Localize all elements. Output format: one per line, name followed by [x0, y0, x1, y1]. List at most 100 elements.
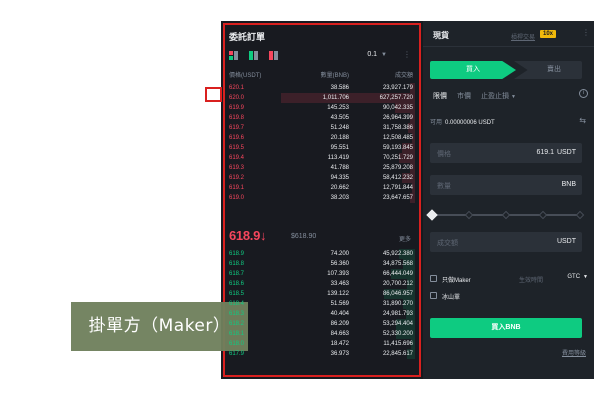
- maker-only-label: 只做Maker: [442, 278, 471, 284]
- ask-amount: 41.788: [330, 165, 349, 171]
- price-unit: USDT: [556, 149, 576, 156]
- tab-limit[interactable]: 限價: [433, 91, 447, 101]
- info-icon[interactable]: i: [579, 89, 588, 98]
- ask-price: 619.7: [229, 125, 245, 131]
- available-label: 可用: [430, 120, 443, 126]
- bid-row[interactable]: 618.8 56.360 34,875.568: [221, 259, 421, 269]
- bid-total: 11,415.696: [383, 341, 413, 347]
- ask-total: 58,412.232: [382, 175, 413, 181]
- bid-row[interactable]: 618.1 84.663 52,330.200: [221, 329, 421, 339]
- amount-slider[interactable]: [426, 209, 585, 221]
- ask-price: 620.0: [229, 95, 245, 101]
- view-both-icon[interactable]: [229, 51, 238, 60]
- bid-total: 34,875.568: [382, 261, 413, 267]
- iceberg-checkbox[interactable]: 冰山單: [430, 291, 520, 301]
- ask-total: 25,879.208: [382, 165, 413, 171]
- tab-margin[interactable]: 槓桿交易: [511, 32, 535, 41]
- slider-thumb[interactable]: [426, 209, 438, 221]
- ask-amount: 145.253: [327, 105, 349, 111]
- total-input[interactable]: 成交額 USDT: [430, 232, 582, 252]
- bid-amount: 56.360: [330, 261, 349, 267]
- arrow-down-icon: ↓: [260, 228, 267, 243]
- col-price: 價格(USDT): [229, 73, 262, 79]
- bid-row[interactable]: 617.9 36.973 22,845.617: [221, 349, 421, 359]
- bid-amount: 36.973: [330, 351, 349, 357]
- bid-price: 618.6: [229, 281, 245, 287]
- view-bids-icon[interactable]: [249, 51, 258, 60]
- bid-row[interactable]: 618.2 86.209 53,294.404: [221, 319, 421, 329]
- more-link[interactable]: 更多: [399, 234, 411, 243]
- bid-amount: 18.472: [330, 341, 349, 347]
- maker-caption: 掛單方（Maker）: [71, 302, 248, 351]
- more-options-icon[interactable]: ⋮: [582, 28, 590, 37]
- bid-row[interactable]: 618.4 51.569 31,890.270: [221, 299, 421, 309]
- transfer-icon[interactable]: ⇆: [579, 116, 586, 125]
- ask-row[interactable]: 619.6 20.188 12,508.485: [221, 133, 421, 143]
- slider-stop[interactable]: [501, 210, 511, 220]
- buy-bnb-button[interactable]: 買入BNB: [430, 318, 582, 338]
- available-balance: 可用 0.00000006 USDT ⇆: [430, 116, 590, 126]
- tab-stop-limit[interactable]: 止盈止損 ▼: [481, 91, 516, 101]
- fee-level-link[interactable]: 費用等級: [562, 348, 586, 357]
- bid-row[interactable]: 618.0 18.472 11,415.696: [221, 339, 421, 349]
- bid-amount: 107.393: [327, 271, 349, 277]
- maker-only-checkbox[interactable]: 只做Maker: [430, 274, 520, 284]
- quantity-unit: BNB: [561, 181, 576, 188]
- ask-price: 619.4: [229, 155, 245, 161]
- ask-row[interactable]: 619.5 95.551 59,193.845: [221, 143, 421, 153]
- price-value: 619.1: [536, 149, 554, 156]
- time-in-force-select[interactable]: GTC ▼: [567, 274, 588, 280]
- bid-row[interactable]: 618.9 74.200 45,922.380: [221, 249, 421, 259]
- ask-amount: 43.505: [330, 115, 349, 121]
- ask-row[interactable]: 619.3 41.788 25,879.208: [221, 163, 421, 173]
- ask-row[interactable]: 619.9 145.253 90,042.335: [221, 103, 421, 113]
- ask-total: 59,193.845: [382, 145, 413, 151]
- ask-price: 619.1: [229, 185, 245, 191]
- ask-row[interactable]: 619.8 43.505 26,964.399: [221, 113, 421, 123]
- ask-total: 70,251.729: [382, 155, 413, 161]
- bid-amount: 51.569: [330, 301, 349, 307]
- ask-total: 23,647.657: [382, 195, 413, 201]
- ask-row[interactable]: 620.0 1,011.706 627,257.720: [221, 93, 421, 103]
- mark-price: $618.90: [291, 233, 317, 240]
- tab-spot[interactable]: 現貨: [433, 30, 449, 41]
- ask-row[interactable]: 619.7 51.248 31,758.386: [221, 123, 421, 133]
- slider-stop[interactable]: [538, 210, 548, 220]
- price-label: 價格: [437, 151, 451, 158]
- precision-select[interactable]: 0.1 ▼: [367, 51, 387, 58]
- view-asks-icon[interactable]: [269, 51, 278, 60]
- bid-total: 52,330.200: [382, 331, 413, 337]
- tab-market[interactable]: 市價: [457, 91, 471, 101]
- available-value: 0.00000006 USDT: [445, 120, 495, 126]
- ask-total: 12,791.844: [382, 185, 413, 191]
- slider-stop[interactable]: [575, 210, 585, 220]
- sell-tab[interactable]: 賣出: [514, 61, 582, 79]
- ask-row[interactable]: 619.2 94.335 58,412.232: [221, 173, 421, 183]
- price-input[interactable]: 價格 619.1 USDT: [430, 143, 582, 163]
- buy-tab[interactable]: 買入: [430, 61, 516, 79]
- bids-list: 618.9 74.200 45,922.380 618.8 56.360 34,875.5…: [221, 249, 421, 359]
- iceberg-label: 冰山單: [442, 295, 461, 301]
- ask-amount: 51.248: [330, 125, 349, 131]
- trading-app: 委託訂單 0.1 ▼ ⋮ 價格(USDT) 數量(BNB) 成交額 620.1 …: [221, 21, 594, 379]
- chevron-down-icon: ▼: [381, 52, 387, 58]
- ask-row[interactable]: 619.0 38.203 23,647.657: [221, 193, 421, 203]
- ask-price: 619.9: [229, 105, 245, 111]
- ask-amount: 38.203: [330, 195, 349, 201]
- ask-row[interactable]: 619.1 20.662 12,791.844: [221, 183, 421, 193]
- col-total: 成交額: [394, 73, 413, 79]
- buy-sell-toggle: 買入 賣出: [430, 61, 582, 79]
- bid-row[interactable]: 618.6 33.463 20,700.212: [221, 279, 421, 289]
- ask-row[interactable]: 620.1 38.586 23,927.179: [221, 83, 421, 93]
- bid-row[interactable]: 618.7 107.393 66,444.049: [221, 269, 421, 279]
- ask-price: 619.8: [229, 115, 245, 121]
- ask-amount: 113.419: [327, 155, 349, 161]
- quantity-input[interactable]: 數量 BNB: [430, 175, 582, 195]
- bid-price: 618.2: [229, 321, 245, 327]
- bid-row[interactable]: 618.3 40.404 24,981.793: [221, 309, 421, 319]
- slider-stop[interactable]: [464, 210, 474, 220]
- bid-row[interactable]: 618.5 139.122 86,046.957: [221, 289, 421, 299]
- total-label: 成交額: [437, 240, 458, 247]
- ask-row[interactable]: 619.4 113.419 70,251.729: [221, 153, 421, 163]
- more-options-icon[interactable]: ⋮: [403, 50, 411, 59]
